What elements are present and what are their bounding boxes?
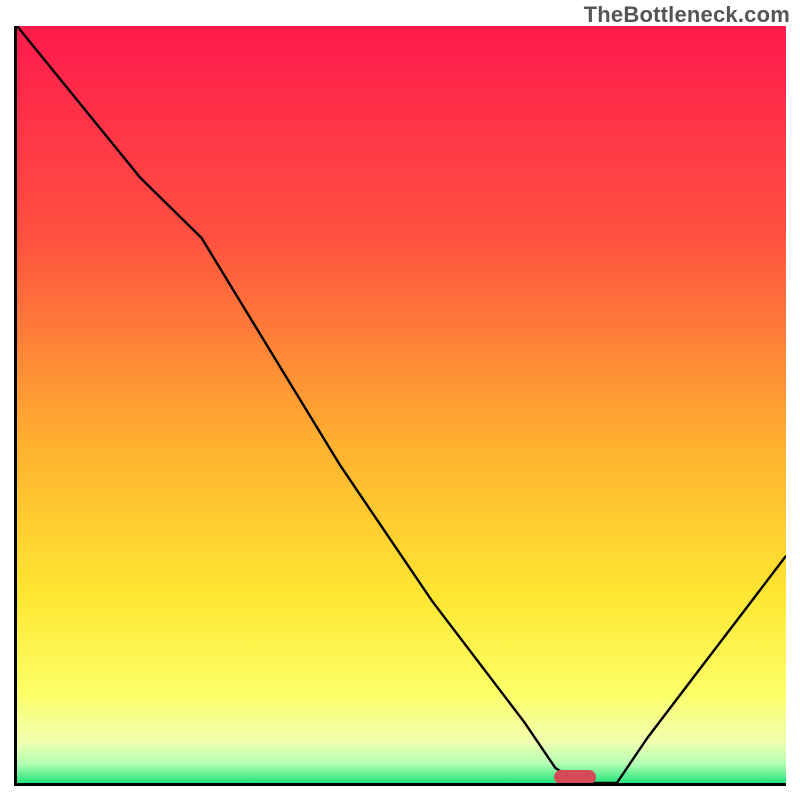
optimal-marker (554, 770, 596, 784)
heat-gradient (17, 26, 786, 783)
plot-area (14, 26, 786, 786)
watermark-text: TheBottleneck.com (584, 2, 790, 28)
chart-container: TheBottleneck.com (0, 0, 800, 800)
